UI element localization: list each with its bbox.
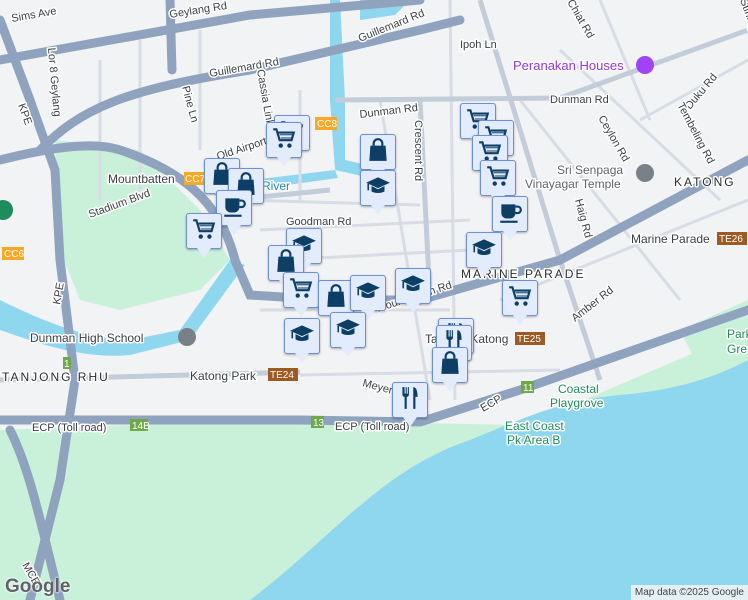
map-marker-graduation-cap[interactable] (395, 268, 431, 313)
temple-icon (636, 164, 654, 182)
cart-icon (485, 163, 511, 194)
svg-text:KATONG: KATONG (674, 175, 736, 189)
map-marker-cup[interactable] (492, 196, 528, 241)
svg-text:Crescent Rd: Crescent Rd (412, 120, 424, 181)
svg-text:Parkl: Parkl (727, 327, 748, 341)
svg-text:Chiat Rd: Chiat Rd (564, 0, 596, 41)
svg-text:ECP (Toll road): ECP (Toll road) (335, 421, 409, 433)
graduation-cap-icon (400, 271, 426, 302)
graduation-cap-icon (355, 278, 381, 309)
cup-icon (497, 199, 523, 230)
cart-icon (288, 275, 314, 306)
map-marker-graduation-cap[interactable] (466, 232, 502, 277)
map-marker-graduation-cap[interactable] (350, 275, 386, 320)
svg-text:CC7: CC7 (185, 174, 205, 185)
svg-text:Lor 8 Geylang: Lor 8 Geylang (45, 47, 63, 117)
graduation-cap-icon (365, 173, 391, 204)
svg-text:CC6: CC6 (4, 249, 24, 260)
map-marker-bag[interactable] (360, 134, 396, 179)
map-marker-graduation-cap[interactable] (360, 170, 396, 215)
svg-text:Pine Ln: Pine Ln (179, 85, 200, 124)
svg-text:14B: 14B (132, 421, 150, 432)
svg-text:Cassia Link: Cassia Link (254, 68, 276, 127)
svg-text:TANJONG RHU: TANJONG RHU (2, 370, 110, 384)
svg-text:Goodman Rd: Goodman Rd (286, 216, 351, 228)
graduation-cap-icon (335, 315, 361, 346)
svg-text:Dunman Rd: Dunman Rd (359, 102, 419, 121)
cup-icon (221, 193, 247, 224)
svg-text:Pk Area B: Pk Area B (507, 433, 560, 447)
svg-text:Mountbatten: Mountbatten (108, 172, 175, 186)
svg-text:Haig Rd: Haig Rd (572, 198, 594, 240)
ferry-icon (0, 200, 13, 220)
bag-icon (365, 137, 391, 168)
svg-text:CC8: CC8 (317, 119, 337, 130)
svg-text:River: River (262, 179, 290, 193)
svg-text:Vinayagar Temple: Vinayagar Temple (525, 177, 621, 191)
cart-icon (507, 283, 533, 314)
svg-text:TE25: TE25 (517, 334, 541, 345)
svg-text:Sri Senpaga: Sri Senpaga (557, 163, 623, 177)
svg-text:13: 13 (313, 418, 325, 429)
bag-icon (323, 283, 349, 314)
svg-text:TE26: TE26 (719, 234, 743, 245)
svg-text:Marine Parade: Marine Parade (631, 232, 710, 246)
map-marker-graduation-cap[interactable] (330, 312, 366, 357)
map-marker-cart[interactable] (480, 160, 516, 205)
svg-text:Dunman High School: Dunman High School (30, 331, 143, 345)
cart-icon (191, 216, 217, 247)
bag-icon (437, 350, 463, 381)
svg-text:Ceylon Rd: Ceylon Rd (595, 114, 631, 164)
svg-text:Stirling Rd: Stirling Rd (737, 0, 748, 49)
map-marker-bag[interactable] (318, 280, 354, 325)
google-logo: Google (5, 576, 71, 597)
svg-text:Katong Park: Katong Park (190, 369, 257, 383)
svg-text:Playgrove: Playgrove (550, 396, 604, 410)
school-icon (178, 328, 196, 346)
map-marker-cart[interactable] (502, 280, 538, 325)
camera-icon (636, 56, 654, 74)
svg-text:East Coast: East Coast (505, 419, 564, 433)
map-marker-fork-knife[interactable] (392, 382, 428, 427)
svg-text:Sims Ave: Sims Ave (10, 5, 57, 25)
svg-text:Coastal: Coastal (558, 382, 599, 396)
map-marker-bag[interactable] (432, 347, 468, 392)
svg-text:1: 1 (64, 359, 70, 370)
fork-knife-icon (397, 385, 423, 416)
graduation-cap-icon (289, 321, 315, 352)
svg-text:Dunman Rd: Dunman Rd (550, 94, 609, 106)
svg-text:Tembeling Rd: Tembeling Rd (674, 101, 716, 166)
map-attribution[interactable]: Map data ©2025 Google (630, 585, 748, 600)
svg-text:11: 11 (523, 383, 534, 394)
map-marker-graduation-cap[interactable] (284, 318, 320, 363)
svg-text:Peranakan Houses: Peranakan Houses (513, 58, 624, 73)
svg-text:Ipoh Ln: Ipoh Ln (460, 39, 497, 51)
map-marker-cart[interactable] (186, 213, 222, 258)
svg-text:ECP (Toll road): ECP (Toll road) (32, 422, 106, 434)
svg-text:TE24: TE24 (270, 370, 294, 381)
map-marker-cart[interactable] (283, 272, 319, 317)
graduation-cap-icon (471, 235, 497, 266)
svg-text:Guillemard Rd: Guillemard Rd (208, 56, 279, 80)
map-marker-cart[interactable] (266, 122, 302, 167)
cart-icon (271, 125, 297, 156)
svg-text:Gre: Gre (727, 342, 747, 356)
